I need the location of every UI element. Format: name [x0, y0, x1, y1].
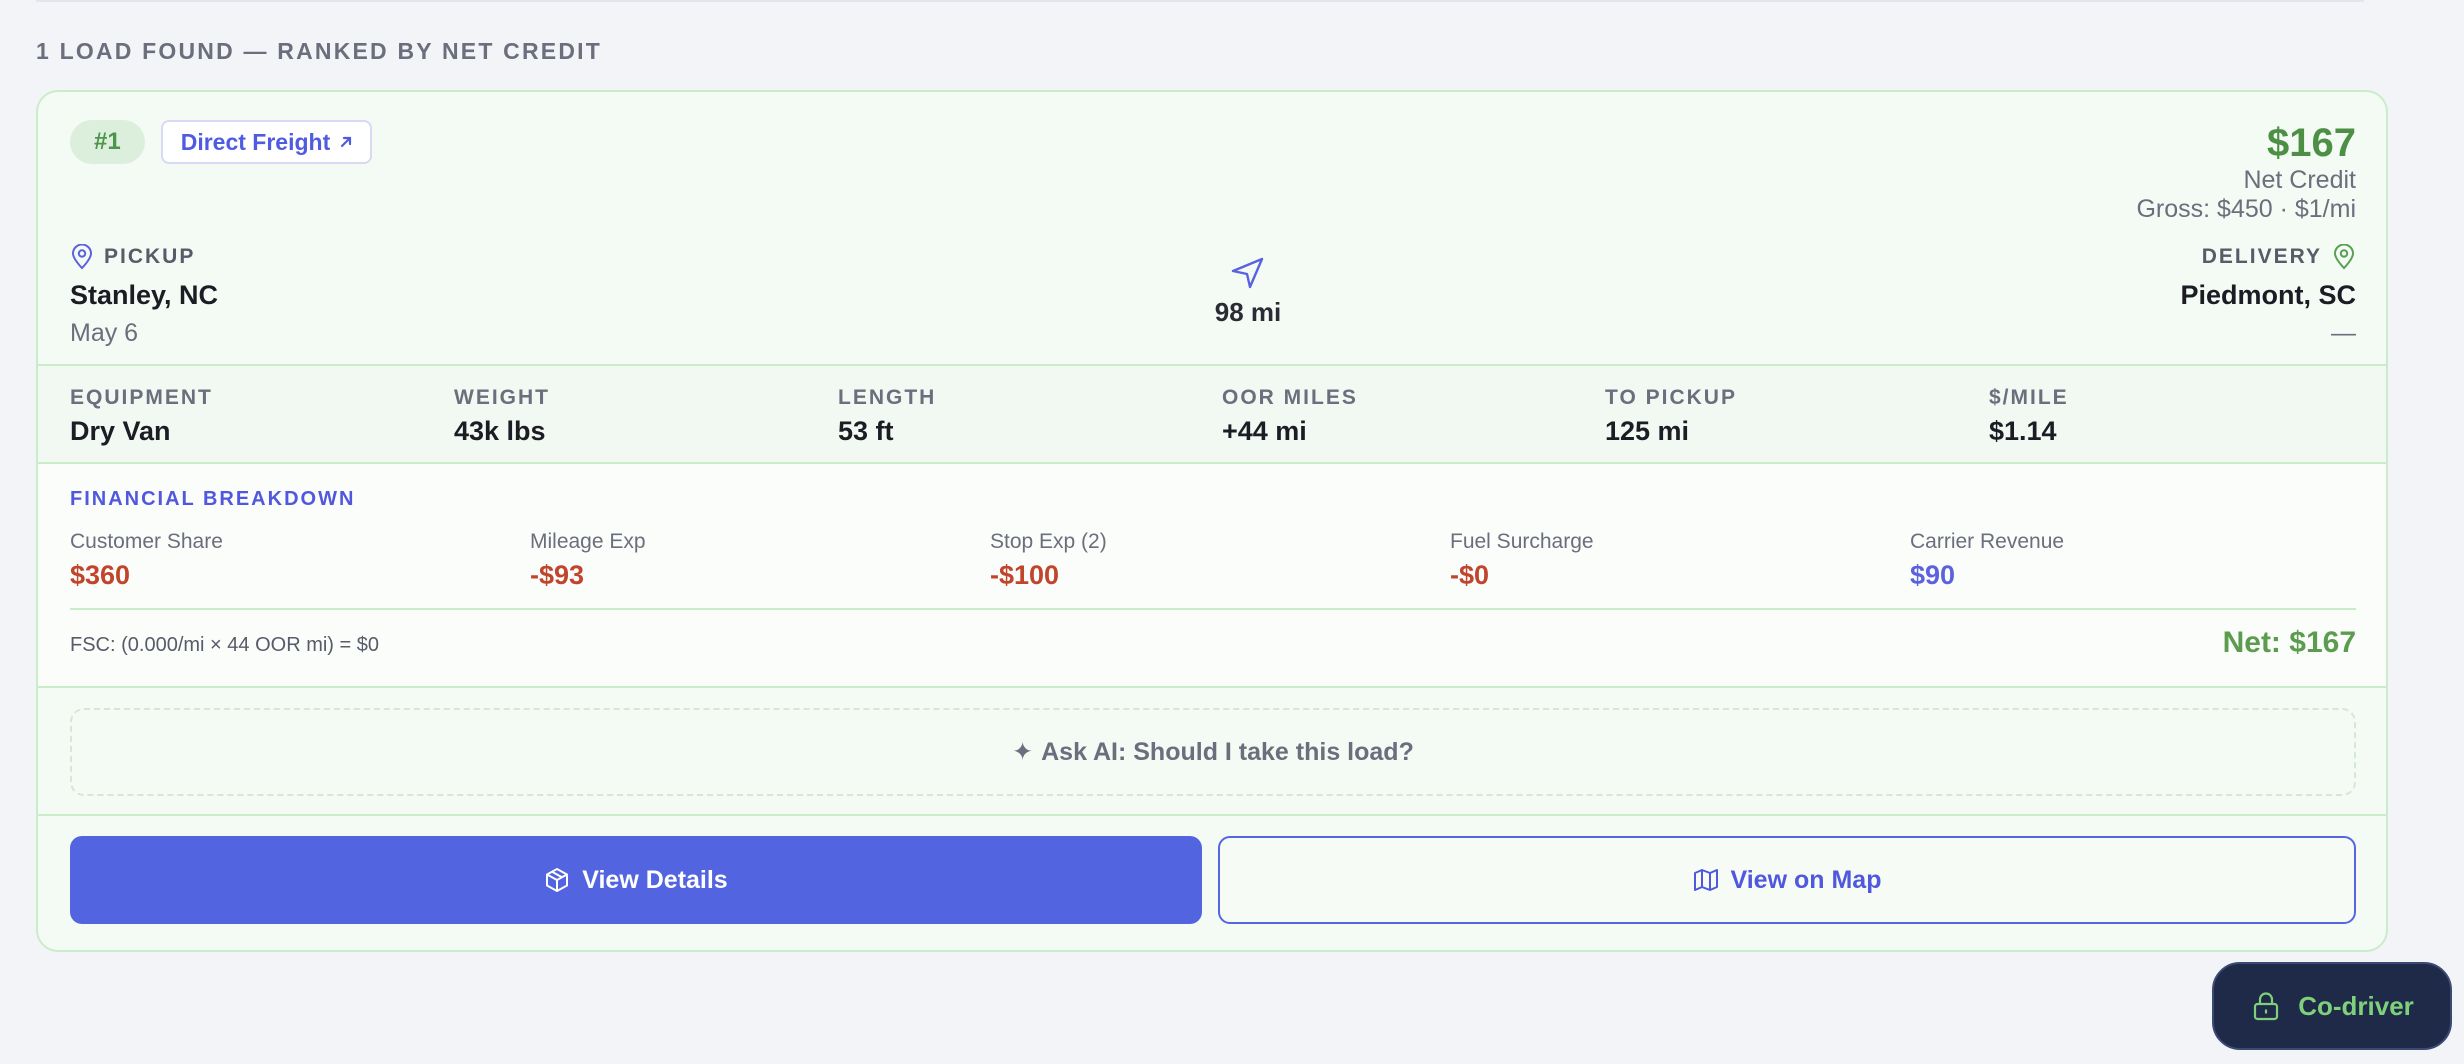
spec-label: TO PICKUP [1605, 386, 1737, 409]
ask-ai-button[interactable]: ✦ Ask AI: Should I take this load? [70, 708, 2356, 796]
map-pin-icon [71, 244, 93, 270]
view-details-button[interactable]: View Details [70, 836, 1202, 924]
spec-value: +44 mi [1222, 416, 1307, 446]
gross-rate: Gross: $450 · $1/mi [2136, 195, 2356, 223]
fin-label: Stop Exp (2) [990, 530, 1107, 553]
load-badges: #1 Direct Freight [70, 120, 373, 164]
sparkle-icon: ✦ [1012, 738, 1034, 766]
delivery-block: DELIVERY Piedmont, SC — [2180, 244, 2356, 348]
delivery-label-text: DELIVERY [2201, 245, 2322, 268]
view-details-label: View Details [582, 865, 728, 894]
spec-label: EQUIPMENT [70, 386, 213, 409]
source-link[interactable]: Direct Freight [160, 120, 373, 164]
map-icon [1693, 869, 1718, 891]
spec-to-pickup: TO PICKUP 125 mi [1605, 386, 1737, 447]
spec-label: WEIGHT [454, 386, 550, 409]
spec-value: Dry Van [70, 416, 171, 446]
spec-label: OOR MILES [1222, 386, 1358, 409]
fin-value: -$93 [530, 560, 585, 590]
spec-oor-miles: OOR MILES +44 mi [1222, 386, 1358, 447]
card-actions: View Details View on Map [70, 836, 2356, 924]
rank-badge: #1 [70, 120, 145, 164]
fin-customer-share: Customer Share $360 [70, 530, 223, 591]
financial-heading: FINANCIAL BREAKDOWN [70, 488, 356, 510]
external-link-icon [341, 136, 352, 148]
spec-label: LENGTH [838, 386, 937, 409]
price-block: $167 Net Credit Gross: $450 · $1/mi [2136, 120, 2356, 224]
package-icon [546, 868, 569, 892]
fin-mileage-exp: Mileage Exp -$93 [530, 530, 646, 591]
pickup-city: Stanley, NC [70, 280, 219, 310]
ask-ai-label: Ask AI: Should I take this load? [1041, 737, 1414, 766]
codriver-button[interactable]: Co-driver [2212, 962, 2452, 1050]
pickup-block: PICKUP Stanley, NC May 6 [70, 244, 218, 348]
pickup-label: PICKUP [70, 244, 218, 270]
fin-value: $360 [70, 560, 131, 590]
distance-block: 98 mi [1178, 256, 1318, 328]
fin-label: Mileage Exp [530, 530, 646, 553]
spec-weight: WEIGHT 43k lbs [454, 386, 550, 447]
map-pin-icon [2333, 244, 2355, 270]
delivery-label: DELIVERY [2180, 244, 2356, 270]
distance-value: 98 mi [1214, 297, 1282, 327]
spec-value: 43k lbs [454, 416, 546, 446]
financial-breakdown: FINANCIAL BREAKDOWN Customer Share $360 … [38, 464, 2386, 686]
net-total: Net: $167 [2222, 626, 2356, 659]
results-heading: 1 LOAD FOUND — RANKED BY NET CREDIT [36, 38, 602, 64]
net-credit-value: $167 [2267, 121, 2356, 165]
codriver-label: Co-driver [2298, 990, 2414, 1021]
spec-value: 53 ft [838, 416, 894, 446]
source-label: Direct Freight [180, 128, 331, 155]
spec-equipment: EQUIPMENT Dry Van [70, 386, 213, 447]
spec-value: $1.14 [1989, 416, 2057, 446]
fin-label: Customer Share [70, 530, 223, 553]
lock-icon [2254, 992, 2279, 1021]
view-on-map-button[interactable]: View on Map [1218, 836, 2356, 924]
delivery-city: Piedmont, SC [2180, 280, 2356, 310]
fin-carrier-revenue: Carrier Revenue $90 [1910, 530, 2064, 591]
fin-stop-exp: Stop Exp (2) -$100 [990, 530, 1107, 591]
financial-divider [70, 608, 2356, 610]
fin-fuel-surcharge: Fuel Surcharge -$0 [1450, 530, 1594, 591]
pickup-label-text: PICKUP [104, 245, 196, 268]
view-on-map-label: View on Map [1730, 865, 1882, 894]
fin-value: -$100 [990, 560, 1060, 590]
spec-label: $/MILE [1989, 386, 2069, 409]
fsc-formula: FSC: (0.000/mi × 44 OOR mi) = $0 [70, 634, 379, 656]
load-card[interactable]: #1 Direct Freight $167 Net Credit Gross:… [36, 90, 2388, 952]
fin-value: -$0 [1450, 560, 1490, 590]
fin-label: Fuel Surcharge [1450, 530, 1594, 553]
delivery-date: — [2331, 319, 2356, 347]
spec-value: 125 mi [1605, 416, 1690, 446]
navigation-arrow-icon [1231, 257, 1264, 289]
net-credit-label: Net Credit [2243, 166, 2356, 194]
ai-row: ✦ Ask AI: Should I take this load? [38, 686, 2386, 816]
spec-rate-per-mile: $/MILE $1.14 [1989, 386, 2069, 447]
fin-label: Carrier Revenue [1910, 530, 2065, 553]
load-specs: EQUIPMENT Dry Van WEIGHT 43k lbs LENGTH … [38, 364, 2386, 464]
top-divider [36, 0, 2364, 2]
spec-length: LENGTH 53 ft [838, 386, 936, 447]
fin-value: $90 [1910, 560, 1956, 590]
pickup-date: May 6 [70, 319, 139, 347]
